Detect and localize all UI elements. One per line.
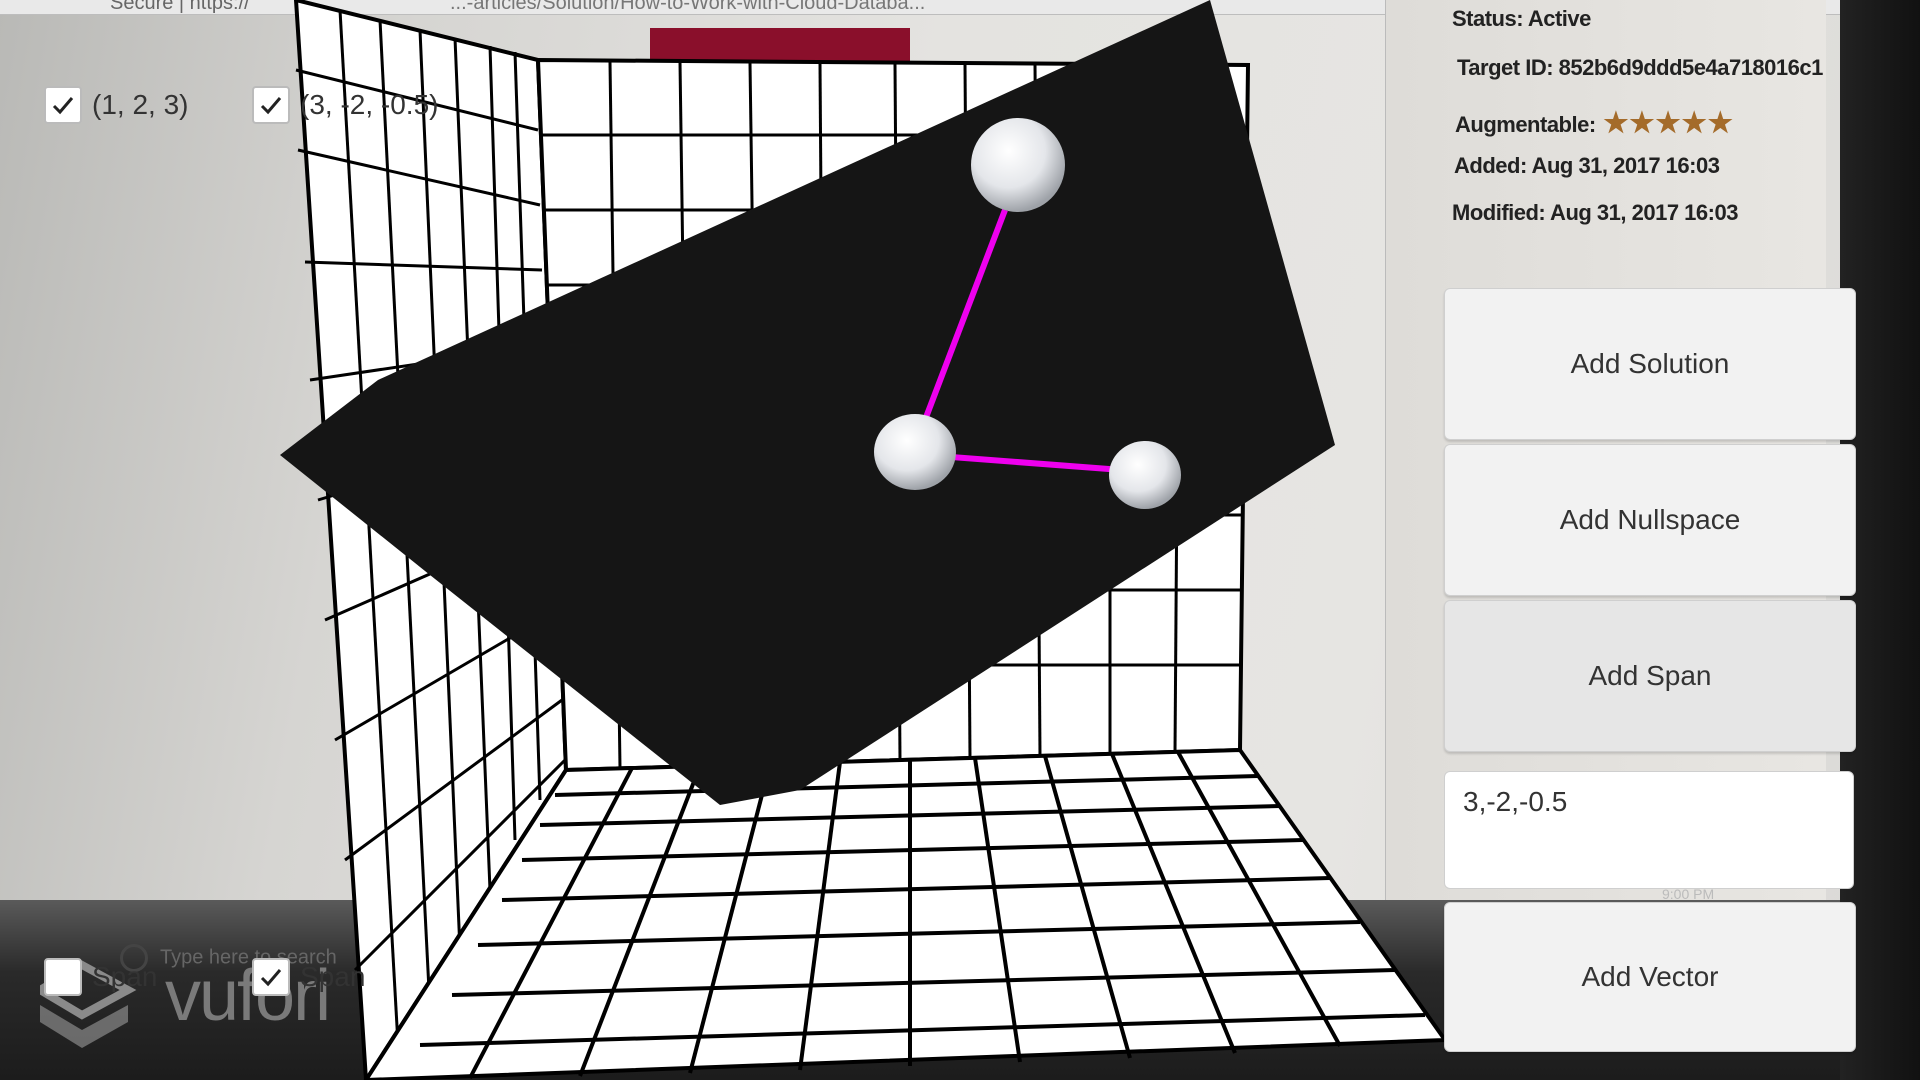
vector-input-field[interactable]: 3,-2,-0.5 [1444,771,1854,889]
origin-sphere[interactable] [874,414,956,490]
checkbox-vector-2[interactable] [252,86,290,124]
add-nullspace-button[interactable]: Add Nullspace [1444,444,1856,596]
add-solution-button[interactable]: Add Solution [1444,288,1856,440]
checkbox-vector-1[interactable] [44,86,82,124]
checkmark-icon [260,97,282,115]
vector-tip-sphere-2[interactable] [1109,441,1181,509]
vector-toggle-2-label: (3, -2, -0.5) [300,89,439,120]
vector-toggle-1[interactable]: (1, 2, 3) [44,86,188,124]
span-toggle-2[interactable]: Span [252,958,365,996]
add-span-button[interactable]: Add Span [1444,600,1856,752]
vector-tip-sphere-1[interactable] [971,118,1065,212]
vector-toggle-2[interactable]: (3, -2, -0.5) [252,86,438,124]
add-vector-button[interactable]: Add Vector [1444,902,1856,1052]
vector-toggle-1-label: (1, 2, 3) [92,89,189,120]
checkbox-span-2[interactable] [252,958,290,996]
span-toggle-2-label: Span [300,961,366,992]
span-toggle-1[interactable]: Span [44,958,157,996]
ar-camera-view: Secure | https:// ...-articles/Solution/… [0,0,1920,1080]
span-toggle-1-label: Span [92,961,158,992]
checkmark-icon [260,969,282,987]
checkmark-icon [52,97,74,115]
checkbox-span-1[interactable] [44,958,82,996]
